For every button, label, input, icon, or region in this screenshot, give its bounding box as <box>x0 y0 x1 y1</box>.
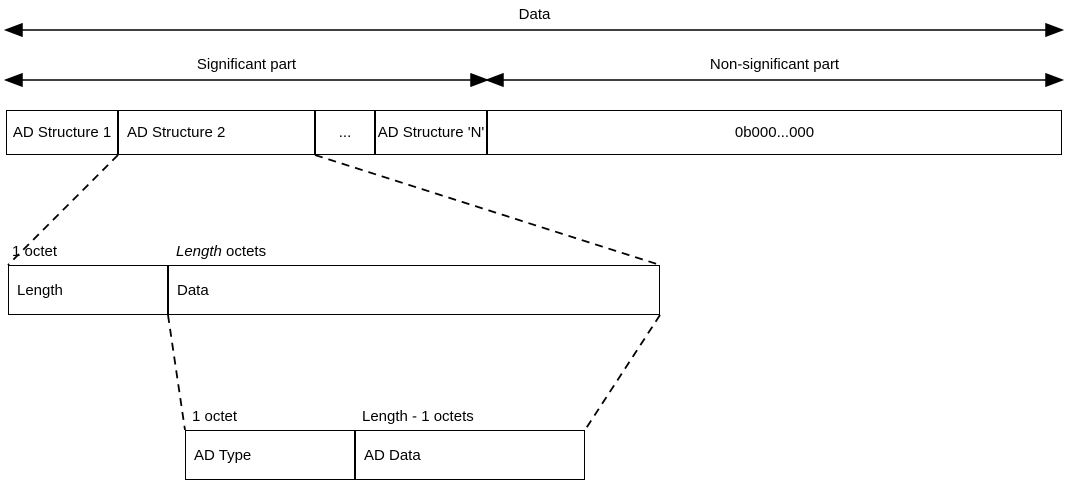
label-data: Data <box>0 6 1069 23</box>
box-ad-structure-2: AD Structure 2 <box>118 110 315 155</box>
arrow-data <box>6 24 1062 36</box>
box-padding: 0b000...000 <box>487 110 1062 155</box>
label-row2-octets-word: octets <box>222 243 266 260</box>
label-row2-length-octets: Length octets <box>176 243 266 261</box>
box-ellipsis: ... <box>315 110 375 155</box>
label-row2-1octet: 1 octet <box>12 243 57 260</box>
arrow-nonsignificant <box>487 74 1062 86</box>
label-row3-remaining: Length - 1 octets <box>362 408 474 425</box>
box-ad-type: AD Type <box>185 430 355 480</box>
box-length: Length <box>8 265 168 315</box>
label-nonsignificant: Non-significant part <box>487 56 1062 73</box>
expand-row1-to-row2 <box>8 155 660 265</box>
arrow-significant <box>6 74 487 86</box>
box-ad-structure-1: AD Structure 1 <box>6 110 118 155</box>
box-ad-structure-n: AD Structure 'N' <box>375 110 487 155</box>
label-significant: Significant part <box>6 56 487 73</box>
box-data-field: Data <box>168 265 660 315</box>
diagram-root: Data Significant part Non-significant pa… <box>0 0 1069 501</box>
label-row3-1octet: 1 octet <box>192 408 237 425</box>
connector-overlay <box>0 0 1069 501</box>
label-row2-length-word: Length <box>176 243 222 260</box>
box-ad-data: AD Data <box>355 430 585 480</box>
